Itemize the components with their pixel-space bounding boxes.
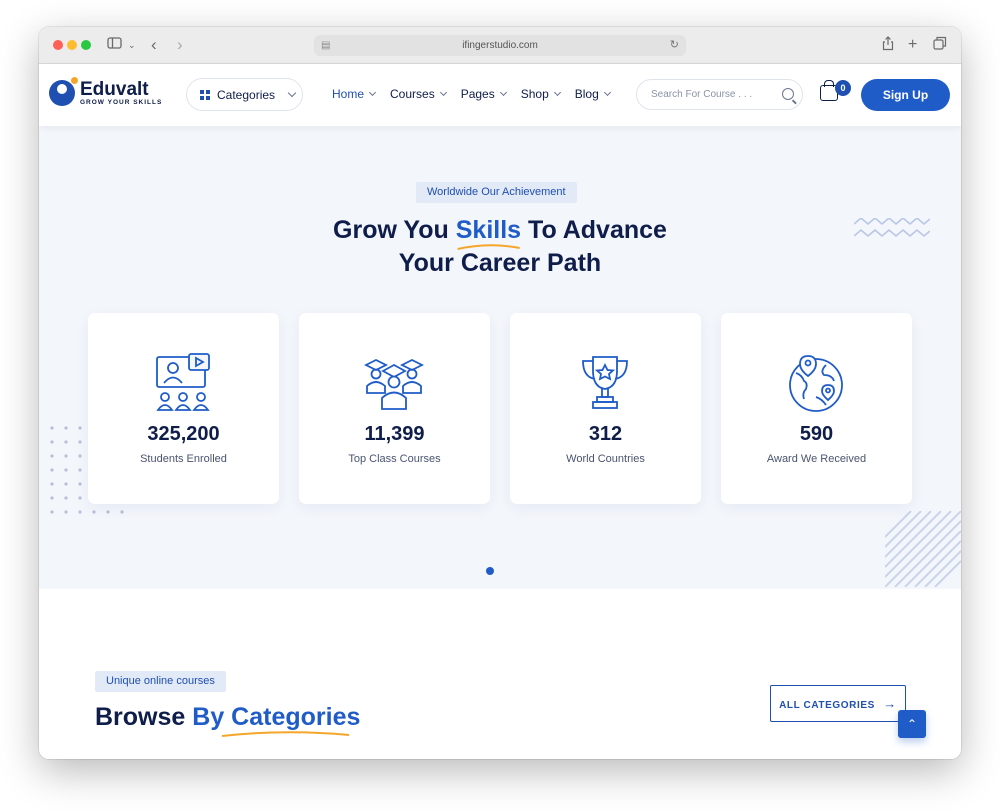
arrow-right-icon: → xyxy=(883,696,897,711)
classroom-icon xyxy=(156,353,210,411)
sign-up-button[interactable]: Sign Up xyxy=(861,79,950,111)
categories-title: Browse By Categories xyxy=(95,703,361,737)
all-categories-label: ALL CATEGORIES xyxy=(779,700,875,711)
nav-item-label: Courses xyxy=(390,87,435,101)
page-info-icon[interactable]: ▤ xyxy=(321,35,330,56)
cart-count-badge: 0 xyxy=(835,80,851,96)
browser-window: ⌄ ‹ › ▤ ifingerstudio.com ↻ + Eduvalt GR… xyxy=(39,27,961,759)
forward-icon[interactable]: › xyxy=(177,36,183,54)
accent-underline-icon xyxy=(222,731,350,737)
address-bar[interactable]: ▤ ifingerstudio.com ↻ xyxy=(314,35,686,56)
share-icon[interactable] xyxy=(882,36,894,55)
close-window-button[interactable] xyxy=(53,40,63,50)
logo[interactable]: Eduvalt GROW YOUR SKILLS xyxy=(49,77,163,106)
all-categories-button[interactable]: ALL CATEGORIES → xyxy=(770,685,906,722)
stat-value: 590 xyxy=(799,423,834,445)
search-input[interactable]: Search For Course . . . xyxy=(636,79,803,110)
nav-item-label: Blog xyxy=(574,87,599,101)
title-accent-text: By Categories xyxy=(192,703,361,731)
nav-item-blog[interactable]: Blog xyxy=(574,87,611,101)
title-text: To Advance xyxy=(521,216,667,244)
tabs-icon[interactable] xyxy=(933,36,947,54)
nav-item-pages[interactable]: Pages xyxy=(460,87,507,101)
title-text: Grow You xyxy=(333,216,456,244)
search-icon[interactable] xyxy=(782,88,794,100)
stat-value: 312 xyxy=(588,423,623,445)
chevron-down-icon xyxy=(368,88,377,96)
globe-icon xyxy=(789,355,843,412)
title-accent: Skills xyxy=(455,216,522,250)
grid-icon xyxy=(200,89,210,100)
reload-icon[interactable]: ↻ xyxy=(670,35,679,56)
stat-label: Top Class Courses xyxy=(348,453,441,465)
categories-section: Unique online courses Browse By Categori… xyxy=(39,589,961,759)
categories-badge: Unique online courses xyxy=(95,671,226,692)
chevron-down-icon xyxy=(499,88,507,96)
url-text: ifingerstudio.com xyxy=(462,40,538,51)
title-accent-text: Skills xyxy=(455,216,522,244)
title-text: Browse xyxy=(95,703,193,731)
stat-card-students: 325,200 Students Enrolled xyxy=(88,313,279,504)
stat-card-courses: 11,399 Top Class Courses xyxy=(299,313,490,504)
chevron-down-icon xyxy=(287,88,297,97)
browser-toolbar: ⌄ ‹ › ▤ ifingerstudio.com ↻ + xyxy=(39,27,961,64)
categories-dropdown-label: Categories xyxy=(217,87,276,102)
zigzag-decoration-icon xyxy=(854,218,930,238)
logo-tagline: GROW YOUR SKILLS xyxy=(80,98,163,106)
nav-item-label: Pages xyxy=(460,87,495,101)
stat-label: World Countries xyxy=(566,453,645,465)
site-header: Eduvalt GROW YOUR SKILLS Categories Home… xyxy=(39,64,961,126)
title-accent: By Categories xyxy=(192,703,361,737)
title-line-2: Your Career Path xyxy=(398,249,602,277)
achievements-title: Grow You Skills To Advance Your Career P… xyxy=(39,214,961,280)
achievements-section: Worldwide Our Achievement Grow You Skill… xyxy=(39,126,961,589)
stripes-decoration-icon xyxy=(885,511,961,587)
back-icon[interactable]: ‹ xyxy=(151,36,157,54)
stat-label: Students Enrolled xyxy=(140,453,227,465)
chevron-down-icon xyxy=(439,88,447,96)
nav-item-shop[interactable]: Shop xyxy=(520,87,561,101)
stat-card-awards: 590 Award We Received xyxy=(721,313,912,504)
nav-item-label: Shop xyxy=(520,87,549,101)
carousel-dot[interactable] xyxy=(486,567,494,575)
trophy-icon xyxy=(582,356,628,409)
accent-underline-icon xyxy=(457,244,520,250)
chevron-down-icon xyxy=(553,88,561,96)
nav-item-courses[interactable]: Courses xyxy=(390,87,447,101)
nav-item-home[interactable]: Home xyxy=(332,87,377,101)
stat-value: 325,200 xyxy=(147,423,220,445)
chevron-up-icon: ⌃ xyxy=(906,717,918,731)
stat-label: Award We Received xyxy=(766,453,867,465)
chevron-down-icon xyxy=(603,88,611,96)
logo-mark-icon xyxy=(49,77,78,106)
zoom-window-button[interactable] xyxy=(81,40,91,50)
sidebar-icon[interactable] xyxy=(107,36,123,54)
logo-name: Eduvalt xyxy=(80,78,149,100)
main-nav: Home Courses Pages Shop Blog xyxy=(332,87,611,101)
stat-value: 11,399 xyxy=(364,423,425,445)
achievements-badge: Worldwide Our Achievement xyxy=(416,182,577,203)
stat-card-countries: 312 World Countries xyxy=(510,313,701,504)
minimize-window-button[interactable] xyxy=(67,40,77,50)
categories-dropdown[interactable]: Categories xyxy=(186,78,303,111)
nav-item-label: Home xyxy=(332,87,365,101)
scroll-to-top-button[interactable]: ⌃ xyxy=(898,710,926,738)
sidebar-menu-chevron-icon[interactable]: ⌄ xyxy=(128,36,136,54)
search-placeholder: Search For Course . . . xyxy=(651,89,753,100)
graduates-icon xyxy=(364,358,424,410)
new-tab-icon[interactable]: + xyxy=(908,36,917,54)
